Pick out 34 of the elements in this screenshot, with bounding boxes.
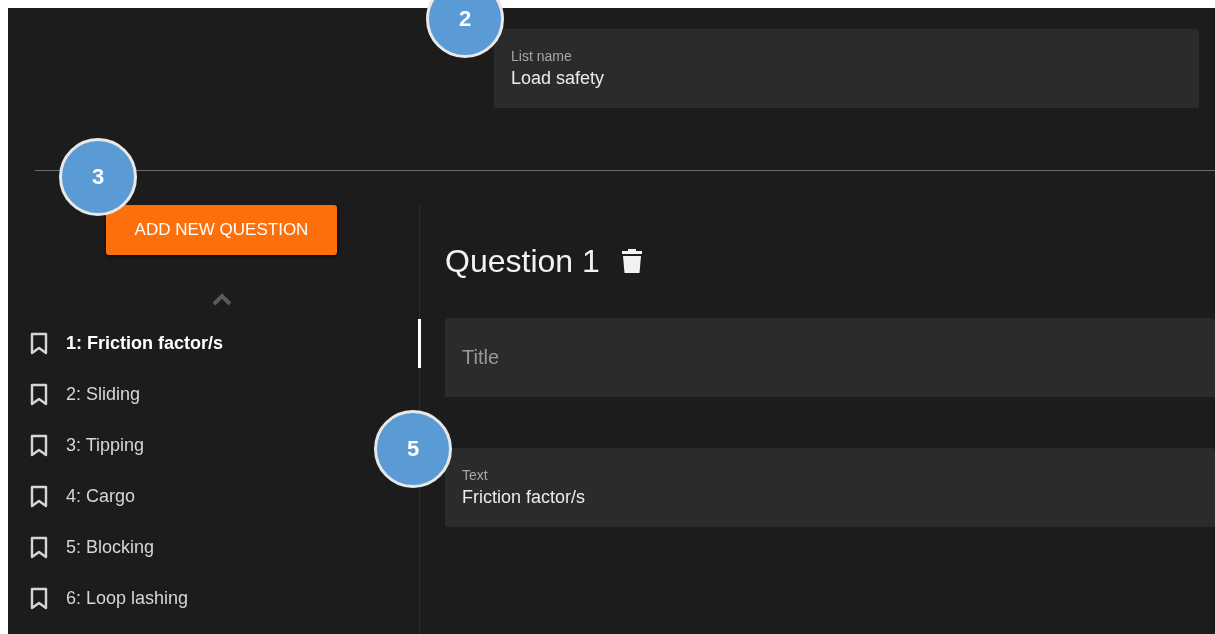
bookmark-icon [30, 433, 48, 458]
field-label: Text [462, 467, 489, 483]
field-value: Load safety [511, 68, 606, 89]
text-field[interactable]: Text Friction factor/s [445, 448, 1215, 527]
callout-badge: 2 [426, 0, 504, 58]
bookmark-icon [30, 484, 48, 509]
question-list-item[interactable]: 3: Tipping [8, 420, 153, 471]
title-field[interactable]: Title [445, 318, 1215, 397]
list-name-field[interactable]: List name Load safety [494, 29, 1199, 108]
trash-icon [621, 248, 642, 274]
bookmark-icon [30, 535, 48, 560]
question-list-item[interactable]: 6: Loop lashing [8, 573, 197, 624]
field-placeholder: Title [462, 346, 501, 369]
bookmark-icon [30, 586, 48, 611]
field-value: Friction factor/s [462, 487, 587, 508]
question-list-item[interactable]: 2: Sliding [8, 369, 149, 420]
question-list-item[interactable]: 4: Cargo [8, 471, 144, 522]
delete-button[interactable] [621, 248, 642, 274]
callout-badge: 3 [59, 138, 137, 216]
question-list-item[interactable]: 5: Blocking [8, 522, 163, 573]
selection-indicator [418, 319, 422, 368]
chevron-up-icon[interactable] [210, 291, 234, 307]
question-label: 5: Blocking [66, 537, 155, 558]
question-label: 3: Tipping [66, 435, 145, 456]
bookmark-icon [30, 331, 48, 356]
field-label: List name [511, 48, 573, 64]
callout-badge: 5 [374, 410, 452, 488]
question-list-item[interactable]: 1: Friction factor/s [8, 318, 232, 369]
bookmark-icon [30, 382, 48, 407]
question-label: 6: Loop lashing [66, 588, 189, 609]
question-label: 1: Friction factor/s [66, 333, 224, 354]
question-label: 2: Sliding [66, 384, 141, 405]
question-heading: Question 1 [445, 242, 600, 280]
question-label: 4: Cargo [66, 486, 136, 507]
